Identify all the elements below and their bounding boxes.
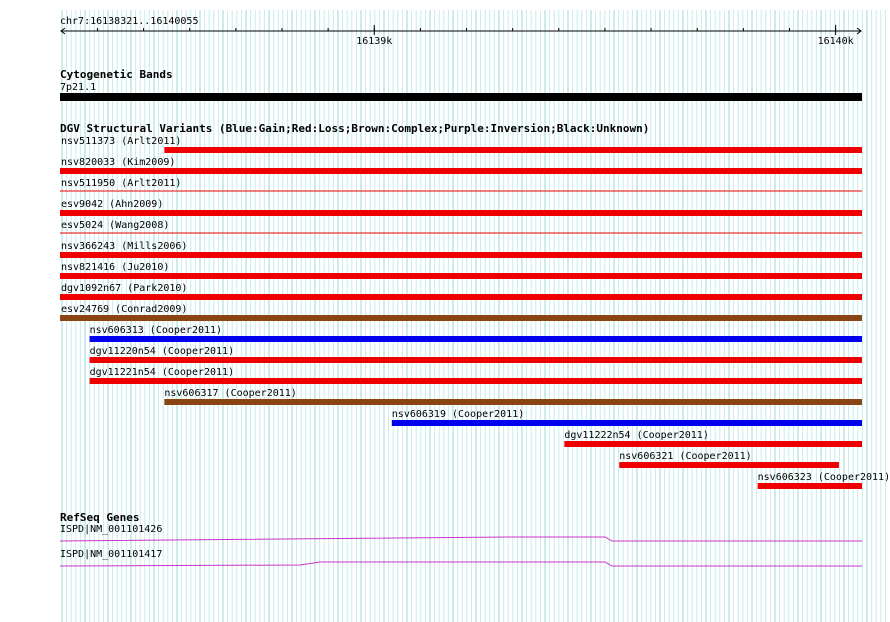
dgv-feature-label: nsv511950 (Arlt2011) (61, 178, 181, 189)
dgv-feature-bar[interactable] (564, 441, 862, 447)
dgv-feature-label: dgv1092n67 (Park2010) (61, 283, 187, 294)
dgv-feature-label: nsv606321 (Cooper2011) (619, 451, 751, 462)
dgv-feature-bar[interactable] (164, 147, 863, 153)
dgv-feature-label: nsv606313 (Cooper2011) (90, 325, 222, 336)
refseq-track-title: RefSeq Genes (60, 511, 139, 524)
ruler-tick-label: 16139k (356, 36, 392, 47)
dgv-feature-bar[interactable] (391, 420, 862, 426)
dgv-feature-bar[interactable] (89, 357, 863, 363)
dgv-feature-bar[interactable] (60, 315, 862, 321)
dgv-feature-bar[interactable] (60, 273, 862, 279)
ruler-tick-label: 16140k (818, 36, 854, 47)
dgv-feature-label: esv24769 (Conrad2009) (61, 304, 187, 315)
dgv-feature-bar[interactable] (60, 252, 862, 258)
dgv-feature-bar[interactable] (60, 168, 862, 174)
refseq-gene-line[interactable] (59, 561, 862, 567)
refseq-gene-label: ISPD|NM_001101417 (60, 549, 162, 560)
refseq-gene-line[interactable] (59, 536, 862, 542)
dgv-feature-bar[interactable] (619, 462, 839, 468)
dgv-feature-bar[interactable] (60, 210, 862, 216)
refseq-gene-label: ISPD|NM_001101426 (60, 524, 162, 535)
ruler[interactable]: chr7:16138321..16140055 16139k 16140k (60, 16, 862, 47)
dgv-feature-bar[interactable] (89, 378, 863, 384)
dgv-feature-label: nsv821416 (Ju2010) (61, 262, 169, 273)
dgv-feature-label: nsv820033 (Kim2009) (61, 157, 175, 168)
dgv-feature-bar[interactable] (164, 399, 863, 405)
dgv-feature-label: nsv511373 (Arlt2011) (61, 136, 181, 147)
dgv-feature-label: nsv606317 (Cooper2011) (164, 388, 296, 399)
region-label: chr7:16138321..16140055 (60, 16, 198, 27)
dgv-feature-label: nsv366243 (Mills2006) (61, 241, 187, 252)
dgv-feature-label: nsv606319 (Cooper2011) (392, 409, 524, 420)
cytoband-track: Cytogenetic Bands 7p21.1 (60, 68, 862, 101)
dgv-feature-bar[interactable] (60, 294, 862, 300)
dgv-feature-label: nsv606323 (Cooper2011) (758, 472, 890, 483)
cytoband-label: 7p21.1 (60, 82, 96, 93)
dgv-feature-bar[interactable] (89, 336, 863, 342)
refseq-track: RefSeq Genes ISPD|NM_001101426 ISPD|NM_0… (59, 511, 862, 567)
dgv-feature-label: esv9042 (Ahn2009) (61, 199, 163, 210)
dgv-feature-label: esv5024 (Wang2008) (61, 220, 169, 231)
cytoband-bar[interactable] (60, 93, 862, 101)
dgv-feature-label: dgv11222n54 (Cooper2011) (564, 430, 709, 441)
dgv-feature-label: dgv11220n54 (Cooper2011) (90, 346, 235, 357)
cytoband-track-title: Cytogenetic Bands (60, 68, 173, 81)
dgv-feature-bar[interactable] (757, 483, 862, 489)
dgv-track-title: DGV Structural Variants (Blue:Gain;Red:L… (60, 122, 649, 135)
genome-browser-view[interactable]: chr7:16138321..16140055 16139k 16140k Cyt… (0, 0, 890, 622)
dgv-feature-label: dgv11221n54 (Cooper2011) (90, 367, 235, 378)
